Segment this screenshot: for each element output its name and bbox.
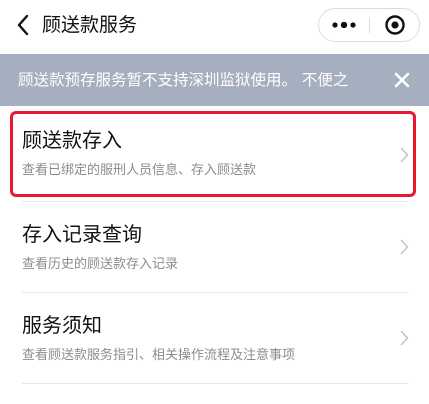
target-circle-icon <box>385 15 405 35</box>
list-item-records[interactable]: 存入记录查询 查看历史的顾送款存入记录 <box>0 202 429 292</box>
item-description: 查看历史的顾送款存入记录 <box>22 257 179 272</box>
page-title: 顾送款服务 <box>42 14 138 36</box>
notice-text: 顾送款预存服务暂不支持深圳监狱使用。 不便之 <box>18 71 349 89</box>
item-description: 查看顾送款服务指引、相关操作流程及注意事项 <box>22 348 296 363</box>
miniprogram-capsule <box>318 8 420 42</box>
notice-banner: 顾送款预存服务暂不支持深圳监狱使用。 不便之 <box>0 54 429 106</box>
chevron-right-icon <box>397 329 411 347</box>
close-miniprogram-button[interactable] <box>370 9 420 41</box>
chevron-right-icon <box>397 238 411 256</box>
close-icon[interactable] <box>390 68 414 92</box>
item-description: 查看已绑定的服刑人员信息、存入顾送款 <box>22 163 257 178</box>
chevron-right-icon <box>397 146 411 164</box>
list-item-notice[interactable]: 服务须知 查看顾送款服务指引、相关操作流程及注意事项 <box>0 293 429 383</box>
item-title: 服务须知 <box>22 313 102 337</box>
item-title: 存入记录查询 <box>22 222 142 246</box>
more-options-button[interactable] <box>319 9 369 41</box>
more-dots-icon <box>332 22 356 28</box>
top-nav-bar: 顾送款服务 <box>0 0 429 50</box>
back-icon[interactable] <box>12 13 34 37</box>
item-title: 顾送款存入 <box>22 128 122 152</box>
divider <box>22 383 409 384</box>
list-item-deposit[interactable]: 顾送款存入 查看已绑定的服刑人员信息、存入顾送款 <box>0 110 429 200</box>
